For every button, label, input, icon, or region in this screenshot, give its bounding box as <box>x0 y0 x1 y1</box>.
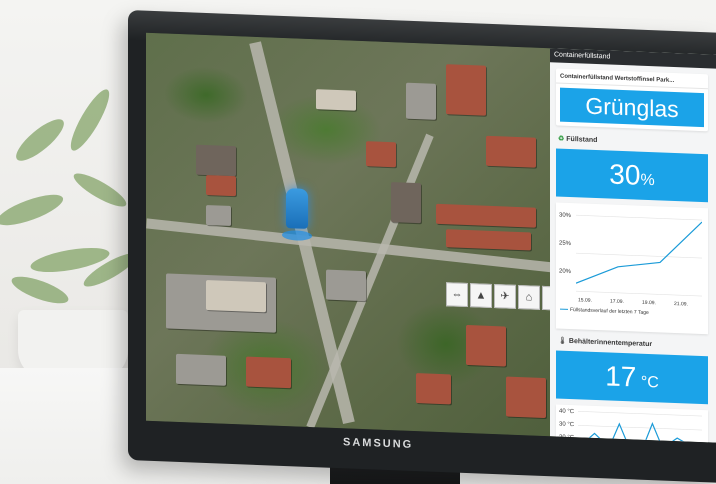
building <box>176 353 226 386</box>
building <box>206 279 266 313</box>
temperature-section[interactable]: 🌡 Behälterinnentemperatur <box>558 337 652 349</box>
grid-line <box>576 290 702 297</box>
series-line <box>576 221 702 284</box>
building <box>196 144 236 177</box>
y-tick: 25% <box>559 240 572 248</box>
legend-swatch <box>560 308 568 311</box>
thermometer-icon: 🌡 <box>558 337 567 345</box>
grid-line <box>578 410 702 417</box>
building <box>366 141 396 168</box>
monitor: ⇔ ▲ ✈ ⌂ ▮ Containerfüllstand Containerfü… <box>128 10 716 483</box>
map-toolbar: ⇔ ▲ ✈ ⌂ ▮ <box>446 282 564 311</box>
building <box>326 269 366 302</box>
grid-line <box>576 252 702 259</box>
container-location-marker[interactable] <box>286 188 308 229</box>
glass-type-card: Containerfüllstand Wertstoffinsel Park..… <box>556 68 708 132</box>
dashboard-panel: Containerfüllstand Containerfüllstand We… <box>550 48 716 443</box>
building <box>446 64 486 116</box>
walk-tool[interactable]: ✈ <box>494 284 516 309</box>
fill-level-box: 30% <box>556 148 708 203</box>
building <box>416 373 451 405</box>
fill-level-label: Füllstand <box>566 135 598 145</box>
building-tool[interactable]: ⌂ <box>518 284 540 310</box>
y-tick: 30% <box>559 212 572 220</box>
chart-legend: Füllstandsverlauf der letzten 7 Tage <box>560 307 649 316</box>
temperature-chart: 40 °C 30 °C 20 °C <box>556 404 708 443</box>
y-tick: 20% <box>559 268 572 276</box>
y-tick: 40 °C <box>559 408 575 416</box>
building <box>316 89 356 111</box>
temperature-line-plot <box>578 410 702 443</box>
aerial-map[interactable]: ⇔ ▲ ✈ ⌂ ▮ <box>146 32 564 437</box>
building <box>436 203 536 228</box>
screen: ⇔ ▲ ✈ ⌂ ▮ Containerfüllstand Containerfü… <box>146 32 716 443</box>
container-subtitle: Containerfüllstand Wertstoffinsel Park..… <box>556 68 708 90</box>
recycle-icon: ♻ <box>558 135 565 143</box>
fill-level-unit: % <box>640 171 655 190</box>
building <box>446 229 531 251</box>
building <box>391 182 421 224</box>
legend-text: Füllstandsverlauf der letzten 7 Tage <box>570 306 649 317</box>
x-tick: 17.09. <box>610 298 624 306</box>
building <box>466 324 506 367</box>
glass-type-value: Grünglas <box>560 87 704 128</box>
grid-line <box>576 214 702 221</box>
building <box>206 204 231 226</box>
fill-level-section[interactable]: ♻ Füllstand <box>558 135 597 145</box>
building <box>486 135 536 168</box>
fill-line-plot <box>576 214 702 297</box>
x-tick: 15.09. <box>578 297 592 304</box>
building <box>406 82 436 120</box>
x-tick: 19.09. <box>642 299 656 307</box>
temperature-unit: °C <box>640 373 659 392</box>
grid-line <box>578 424 702 431</box>
fill-level-value: 30 <box>609 158 641 191</box>
brand-logo: SAMSUNG <box>343 436 414 451</box>
temperature-box: 17 °C <box>556 350 708 405</box>
fill-history-chart: 30% 25% 20% 15.09. 17.09. 19.09. 21.09. … <box>556 202 708 335</box>
y-tick: 20 °C <box>559 434 575 442</box>
x-tick: 21.09. <box>674 300 688 308</box>
building <box>506 376 546 419</box>
measure-tool[interactable]: ⇔ <box>446 282 468 308</box>
temperature-label: Behälterinnentemperatur <box>568 337 653 349</box>
temperature-value: 17 <box>605 360 637 393</box>
building <box>246 356 291 389</box>
building <box>206 174 236 197</box>
grid-line <box>578 438 702 443</box>
terrain-tool[interactable]: ▲ <box>470 283 492 308</box>
series-line <box>578 422 702 443</box>
y-tick: 30 °C <box>559 421 575 429</box>
